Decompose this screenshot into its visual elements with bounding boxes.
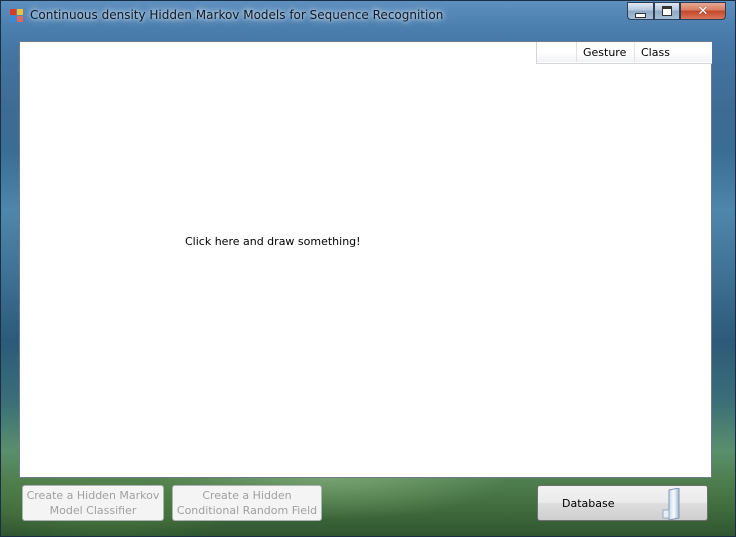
create-hmm-label-line2: Model Classifier bbox=[49, 504, 137, 517]
close-icon: ✕ bbox=[697, 3, 709, 19]
main-window: Continuous density Hidden Markov Models … bbox=[0, 0, 736, 537]
gesture-grid[interactable]: Gesture Class bbox=[536, 42, 712, 64]
grid-column-class[interactable]: Class bbox=[635, 42, 712, 62]
app-icon bbox=[10, 9, 23, 22]
maximize-button[interactable] bbox=[654, 2, 680, 20]
drawing-canvas[interactable]: Click here and draw something! Gesture C… bbox=[19, 41, 712, 478]
maximize-icon bbox=[662, 6, 672, 16]
minimize-button[interactable] bbox=[627, 2, 654, 20]
grid-column-gesture[interactable]: Gesture bbox=[577, 42, 635, 62]
create-hmm-classifier-button[interactable]: Create a Hidden Markov Model Classifier bbox=[22, 485, 164, 521]
minimize-icon bbox=[635, 12, 646, 18]
database-button[interactable]: Database bbox=[537, 485, 708, 521]
window-title: Continuous density Hidden Markov Models … bbox=[30, 8, 444, 22]
canvas-instruction: Click here and draw something! bbox=[185, 235, 361, 248]
title-bar[interactable]: Continuous density Hidden Markov Models … bbox=[1, 1, 735, 31]
create-hcrf-button[interactable]: Create a Hidden Conditional Random Field bbox=[172, 485, 322, 521]
create-hmm-label-line1: Create a Hidden Markov bbox=[26, 489, 160, 502]
grid-row-header[interactable] bbox=[537, 42, 577, 62]
create-hcrf-label-line1: Create a Hidden bbox=[202, 489, 292, 502]
create-hcrf-label-line2: Conditional Random Field bbox=[176, 504, 318, 517]
close-button[interactable]: ✕ bbox=[680, 2, 726, 20]
database-button-label: Database bbox=[562, 496, 615, 510]
database-panel-icon bbox=[662, 488, 680, 520]
